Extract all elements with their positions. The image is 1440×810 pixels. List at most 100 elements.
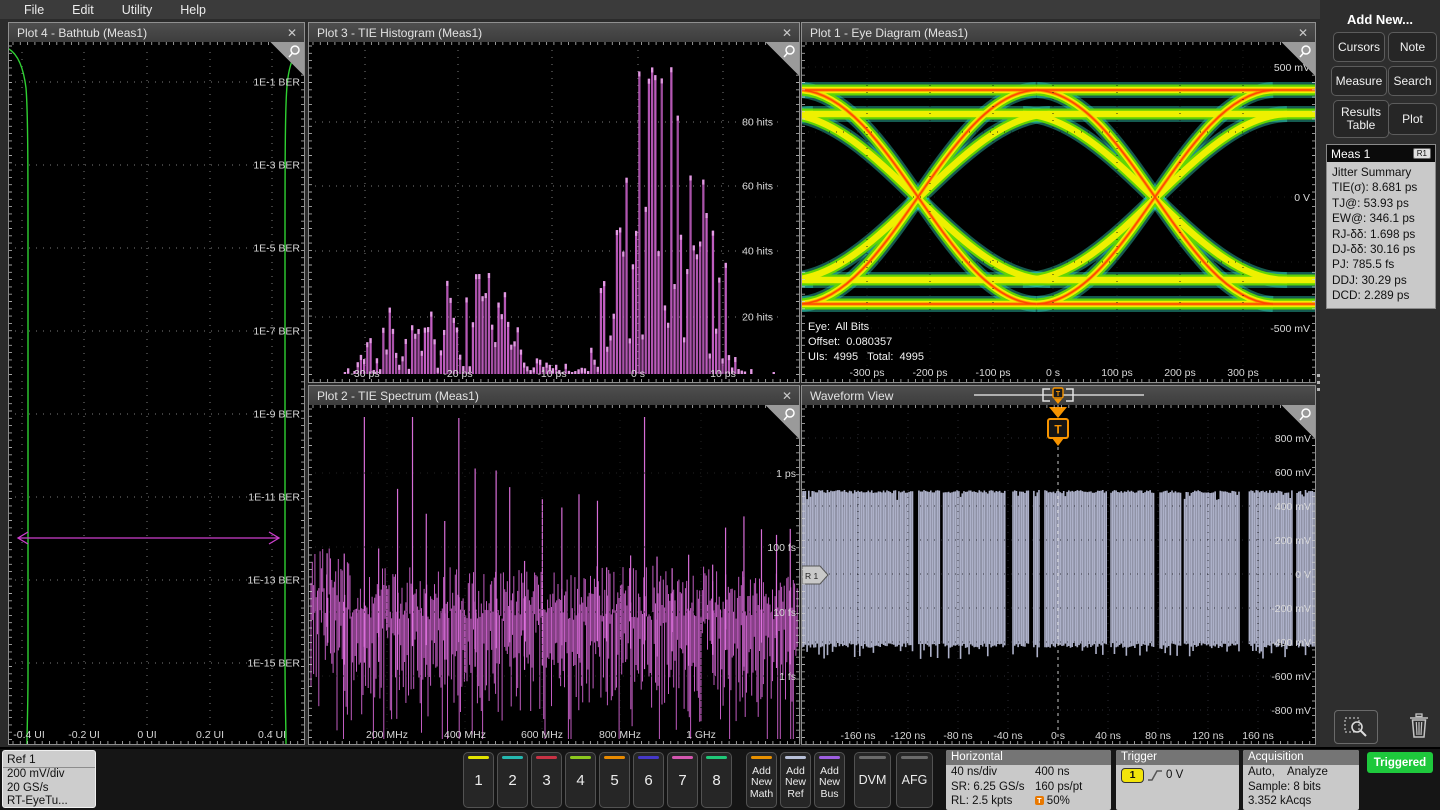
trigger-position-overview-bar[interactable]: T — [952, 386, 1312, 405]
dvm-button[interactable]: DVM — [854, 752, 891, 808]
svg-text:300 ps: 300 ps — [1227, 367, 1259, 379]
add-new-bus-button[interactable]: AddNewBus — [814, 752, 845, 808]
svg-text:100 ps: 100 ps — [1101, 367, 1133, 379]
trigger-panel[interactable]: Trigger 1 0 V — [1116, 750, 1239, 810]
add-bus-color-strip — [819, 756, 840, 759]
plot-eye-close-icon[interactable]: ✕ — [1298, 26, 1308, 40]
channel-2-button[interactable]: 2 — [497, 752, 528, 808]
svg-text:0 s: 0 s — [1046, 367, 1060, 379]
bottom-bar: Ref 1 200 mV/div 20 GS/s RT-EyeTu... 1 2… — [0, 747, 1440, 810]
svg-text:1E-3 BER: 1E-3 BER — [253, 160, 300, 172]
add-results-table-button[interactable]: Results Table — [1333, 100, 1389, 138]
spectrum-plot-canvas[interactable]: 1 ps100 fs10 fs1 fs200 MHz400 MHz600 MHz… — [309, 405, 799, 744]
waveform-zoom-corner-icon[interactable] — [1281, 405, 1315, 439]
menu-bar: File Edit Utility Help — [0, 0, 1440, 19]
afg-button[interactable]: AFG — [896, 752, 933, 808]
channel-1-button[interactable]: 1 — [463, 752, 494, 808]
ref1-badge[interactable]: Ref 1 200 mV/div 20 GS/s RT-EyeTu... — [2, 750, 96, 808]
add-note-button[interactable]: Note — [1388, 32, 1437, 62]
channel-5-color-strip — [604, 756, 625, 759]
svg-text:600 mV: 600 mV — [1275, 467, 1311, 479]
svg-text:0 s: 0 s — [1051, 730, 1065, 742]
channel-6-color-strip — [638, 756, 659, 759]
svg-text:80 ns: 80 ns — [1145, 730, 1171, 742]
svg-text:-600 mV: -600 mV — [1271, 671, 1311, 683]
menu-file[interactable]: File — [0, 3, 58, 17]
horizontal-recordlength: RL: 2.5 kpts — [951, 794, 1035, 809]
channel-3-button[interactable]: 3 — [531, 752, 562, 808]
svg-text:-20 ps: -20 ps — [443, 368, 472, 380]
channel-3-color-strip — [536, 756, 557, 759]
channel-3-label: 3 — [542, 772, 550, 789]
channel-2-label: 2 — [508, 772, 516, 789]
meas1-title: Meas 1 — [1331, 147, 1370, 161]
channel-7-button[interactable]: 7 — [667, 752, 698, 808]
trigger-level: 0 V — [1166, 768, 1183, 783]
svg-text:600 MHz: 600 MHz — [521, 729, 563, 741]
add-search-button[interactable]: Search — [1388, 66, 1437, 96]
channel-5-button[interactable]: 5 — [599, 752, 630, 808]
plot-histogram-titlebar: Plot 3 - TIE Histogram (Meas1) ✕ — [309, 23, 799, 42]
horizontal-resolution: 160 ps/pt — [1035, 780, 1082, 795]
jitter-row-pj: PJ: 785.5 fs — [1332, 257, 1430, 272]
acquisition-panel[interactable]: Acquisition Auto, Analyze Sample: 8 bits… — [1243, 750, 1359, 810]
svg-text:120 ns: 120 ns — [1192, 730, 1224, 742]
jitter-row-dj: DJ-δδ: 30.16 ps — [1332, 242, 1430, 257]
spectrum-zoom-corner-icon[interactable] — [765, 405, 799, 439]
add-new-label: Add New... — [1320, 12, 1440, 27]
plot-bathtub-close-icon[interactable]: ✕ — [287, 26, 297, 40]
zoom-tool-button[interactable] — [1334, 710, 1378, 744]
svg-text:-30 ps: -30 ps — [350, 368, 379, 380]
horizontal-samplerate: SR: 6.25 GS/s — [951, 780, 1035, 795]
horizontal-panel[interactable]: Horizontal 40 ns/div400 ns SR: 6.25 GS/s… — [946, 750, 1111, 810]
meas1-results-badge[interactable]: Meas 1 R1 Jitter Summary TIE(σ): 8.681 p… — [1326, 144, 1436, 309]
channel-1-label: 1 — [474, 772, 482, 789]
svg-text:1E-7 BER: 1E-7 BER — [253, 326, 300, 338]
horizontal-header: Horizontal — [946, 750, 1111, 765]
channel-7-color-strip — [672, 756, 693, 759]
plot-histogram-panel: Plot 3 - TIE Histogram (Meas1) ✕ 80 hits… — [308, 22, 800, 383]
eye-zoom-corner-icon[interactable] — [1281, 42, 1315, 76]
channel-8-button[interactable]: 8 — [701, 752, 732, 808]
svg-text:1 fs: 1 fs — [779, 671, 796, 683]
channel-4-color-strip — [570, 756, 591, 759]
menu-edit[interactable]: Edit — [58, 3, 108, 17]
menu-utility[interactable]: Utility — [108, 3, 167, 17]
ref1-scale: 200 mV/div — [3, 768, 95, 782]
plot-spectrum-close-icon[interactable]: ✕ — [782, 389, 792, 403]
trash-button[interactable] — [1404, 710, 1434, 742]
add-new-math-button[interactable]: AddNewMath — [746, 752, 777, 808]
plot-bathtub-body: 1E-1 BER1E-3 BER1E-5 BER1E-7 BER1E-9 BER… — [9, 42, 304, 744]
plot-eye-body: 500 mV0 V-500 mV-300 ps-200 ps-100 ps0 s… — [802, 42, 1315, 382]
svg-text:800 MHz: 800 MHz — [599, 729, 641, 741]
svg-text:T: T — [1054, 423, 1062, 437]
add-measure-button[interactable]: Measure — [1331, 66, 1387, 96]
add-new-ref-button[interactable]: AddNewRef — [780, 752, 811, 808]
channel-4-label: 4 — [576, 772, 584, 789]
waveform-plot-canvas[interactable]: TR 1800 mV600 mV400 mV200 mV0 V-200 mV-4… — [802, 405, 1315, 744]
bathtub-zoom-corner-icon[interactable] — [270, 42, 304, 76]
right-sidebar: Add New... Cursors Note Measure Search R… — [1320, 0, 1440, 747]
svg-text:160 ns: 160 ns — [1242, 730, 1274, 742]
dvm-color-strip — [859, 756, 886, 759]
add-plot-button[interactable]: Plot — [1388, 103, 1437, 135]
channel-6-button[interactable]: 6 — [633, 752, 664, 808]
histogram-plot-canvas[interactable]: 80 hits60 hits40 hits20 hits-30 ps-20 ps… — [309, 42, 799, 382]
bathtub-plot-canvas[interactable]: 1E-1 BER1E-3 BER1E-5 BER1E-7 BER1E-9 BER… — [9, 42, 304, 744]
eye-plot-canvas[interactable]: 500 mV0 V-500 mV-300 ps-200 ps-100 ps0 s… — [802, 42, 1315, 382]
histogram-zoom-corner-icon[interactable] — [765, 42, 799, 76]
svg-text:400 MHz: 400 MHz — [444, 729, 486, 741]
svg-text:-300 ps: -300 ps — [849, 367, 884, 379]
svg-text:0.4 UI: 0.4 UI — [258, 729, 286, 741]
add-cursors-button[interactable]: Cursors — [1333, 32, 1385, 62]
plot-histogram-close-icon[interactable]: ✕ — [782, 26, 792, 40]
jitter-row-tie: TIE(σ): 8.681 ps — [1332, 180, 1430, 195]
horizontal-scale: 40 ns/div — [951, 765, 1035, 780]
menu-help[interactable]: Help — [166, 3, 220, 17]
plot-eye-title: Plot 1 - Eye Diagram (Meas1) — [810, 26, 968, 40]
svg-text:0 V: 0 V — [1295, 569, 1311, 581]
svg-text:-200 mV: -200 mV — [1271, 603, 1311, 615]
channel-4-button[interactable]: 4 — [565, 752, 596, 808]
svg-text:-200 ps: -200 ps — [912, 367, 947, 379]
acquisition-mode: Auto, Analyze — [1243, 765, 1359, 780]
